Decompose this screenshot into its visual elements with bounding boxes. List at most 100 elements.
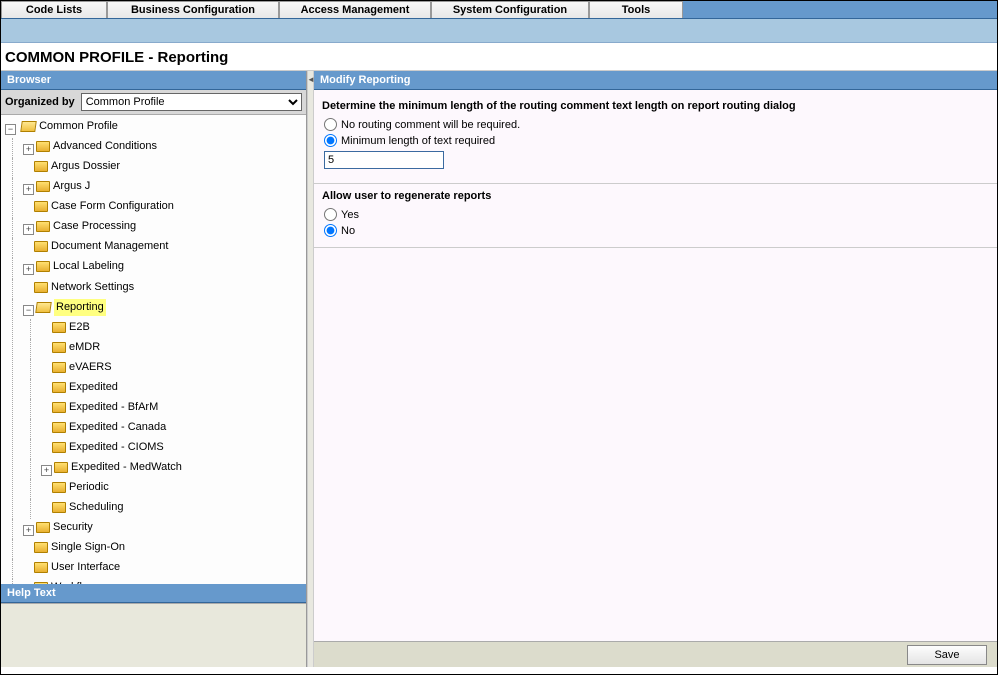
tree-item[interactable]: Expedited - Canada [52,419,166,436]
tree-collapse-icon[interactable]: − [23,305,34,316]
tree-item-label: eMDR [69,339,100,356]
tree-item-label: Advanced Conditions [53,138,157,155]
tree-item-label: Reporting [54,299,106,316]
tree-item-label: Single Sign-On [51,539,125,556]
folder-icon [34,542,48,553]
folder-icon [52,382,66,393]
folder-icon [52,362,66,373]
tree-item-label: Argus Dossier [51,158,120,175]
folder-icon [34,201,48,212]
tree-item-label: Expedited - Canada [69,419,166,436]
q1-opt2-label: Minimum length of text required [341,135,495,147]
tree-item[interactable]: Expedited [52,379,118,396]
tree-item[interactable]: Scheduling [52,499,123,516]
folder-icon [36,261,50,272]
tree-item[interactable]: Case Processing [36,218,136,235]
tree-item[interactable]: Network Settings [34,279,134,296]
pane-splitter[interactable] [307,71,314,667]
tree-item-label: Expedited - MedWatch [71,459,182,476]
menu-access-mgmt[interactable]: Access Management [279,1,431,18]
q2-no-radio[interactable] [324,224,337,237]
tree-expand-icon[interactable]: + [23,184,34,195]
tree-item[interactable]: Advanced Conditions [36,138,157,155]
tree-item[interactable]: Expedited - MedWatch [54,459,182,476]
folder-open-icon [20,121,37,132]
folder-icon [34,161,48,172]
menu-system-config[interactable]: System Configuration [431,1,589,18]
tree-item[interactable]: Expedited - CIOMS [52,439,164,456]
tree-expand-icon[interactable]: + [23,224,34,235]
tree-item-label: Local Labeling [53,258,124,275]
folder-icon [52,422,66,433]
folder-icon [36,522,50,533]
help-text-area [1,603,306,667]
menu-code-lists[interactable]: Code Lists [1,1,107,18]
tree-item[interactable]: eMDR [52,339,100,356]
tree-item[interactable]: Expedited - BfArM [52,399,158,416]
q1-opt1-radio[interactable] [324,118,337,131]
tree-item[interactable]: Periodic [52,479,109,496]
tree-item-label: Argus J [53,178,90,195]
folder-icon [52,322,66,333]
tree-item[interactable]: eVAERS [52,359,112,376]
organized-by-select[interactable]: Common Profile [81,93,302,111]
tree-item-label: Document Management [51,238,168,255]
tree-item-label: eVAERS [69,359,112,376]
sub-toolbar [1,19,997,43]
folder-icon [34,582,48,584]
tree-item[interactable]: Security [36,519,93,536]
modify-panel: Modify Reporting Determine the minimum l… [314,71,997,667]
help-text-header: Help Text [1,584,306,603]
folder-icon [36,181,50,192]
folder-icon [52,342,66,353]
tree-collapse-icon[interactable]: − [5,124,16,135]
tree-item[interactable]: Local Labeling [36,258,124,275]
q2-yes-label: Yes [341,209,359,221]
tree-item[interactable]: Workflow [34,579,96,584]
tree-item[interactable]: E2B [52,319,90,336]
folder-icon [52,402,66,413]
organized-by-label: Organized by [5,96,75,108]
folder-icon [34,241,48,252]
q1-value-input[interactable] [324,151,444,169]
q1-label: Determine the minimum length of the rout… [322,100,989,112]
tree-item[interactable]: Argus Dossier [34,158,120,175]
tree-item[interactable]: Reporting [36,299,106,316]
organized-by-row: Organized by Common Profile [1,90,306,115]
browser-panel: Browser Organized by Common Profile − Co… [1,71,307,667]
menu-tools[interactable]: Tools [589,1,683,18]
save-button[interactable]: Save [907,645,987,665]
tree-expand-icon[interactable]: + [23,144,34,155]
folder-icon [52,502,66,513]
q1-opt2-radio[interactable] [324,134,337,147]
tree-item-label: Workflow [51,579,96,584]
tree-item-label: Case Processing [53,218,136,235]
tree-item[interactable]: User Interface [34,559,120,576]
tree-item-label: Expedited - BfArM [69,399,158,416]
menu-business-config[interactable]: Business Configuration [107,1,279,18]
profile-tree[interactable]: − Common Profile + Advanced Conditions Arg… [1,115,306,584]
modify-header: Modify Reporting [314,71,997,90]
q2-yes-radio[interactable] [324,208,337,221]
tree-item-label: Network Settings [51,279,134,296]
tree-item-label: Case Form Configuration [51,198,174,215]
folder-icon [52,482,66,493]
tree-expand-icon[interactable]: + [23,525,34,536]
form-footer: Save [314,641,997,667]
tree-item[interactable]: Single Sign-On [34,539,125,556]
folder-icon [34,282,48,293]
tree-item[interactable]: Argus J [36,178,90,195]
tree-item-label: Expedited - CIOMS [69,439,164,456]
tree-item-label: Scheduling [69,499,123,516]
tree-item[interactable]: Case Form Configuration [34,198,174,215]
folder-icon [36,221,50,232]
tree-item-label: Periodic [69,479,109,496]
folder-open-icon [35,302,52,313]
tree-expand-icon[interactable]: + [23,264,34,275]
tree-expand-icon[interactable]: + [41,465,52,476]
tree-root[interactable]: Common Profile [21,118,118,135]
tree-item-label: Expedited [69,379,118,396]
q1-opt1-label: No routing comment will be required. [341,119,520,131]
tree-item[interactable]: Document Management [34,238,168,255]
folder-icon [52,442,66,453]
